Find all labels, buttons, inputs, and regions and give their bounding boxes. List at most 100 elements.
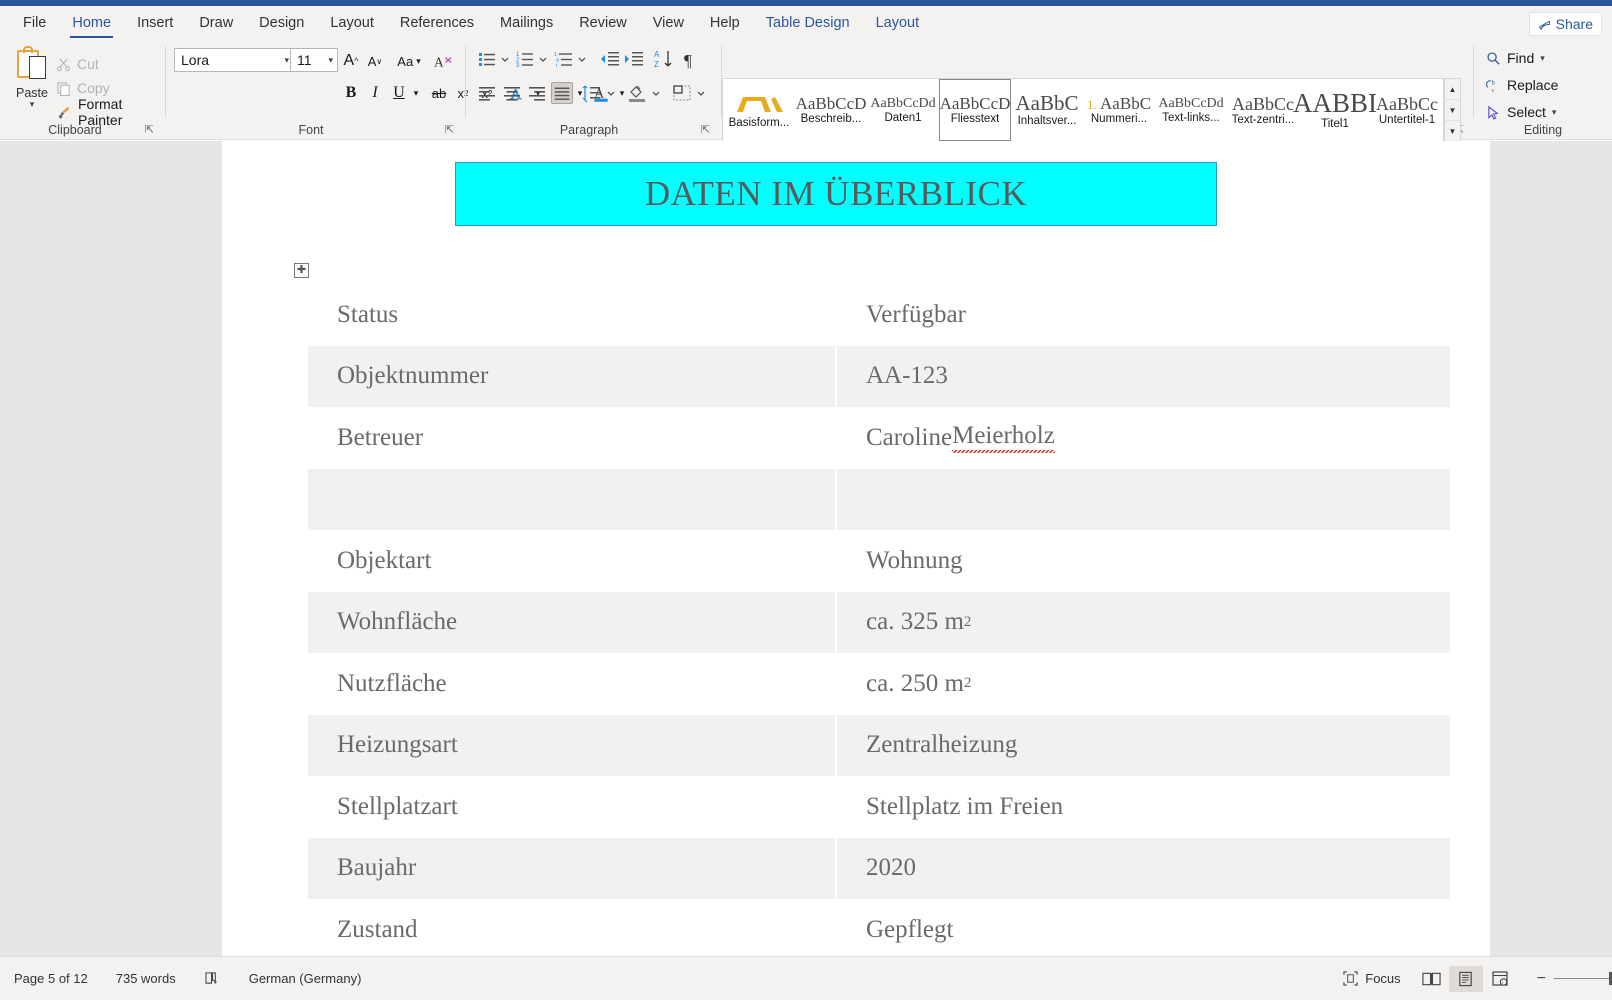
tab-view[interactable]: View: [640, 6, 697, 40]
tab-help[interactable]: Help: [697, 6, 753, 40]
table-cell-key[interactable]: Heizungsart: [308, 714, 835, 776]
numbering-dropdown-icon[interactable]: [536, 48, 550, 70]
decrease-indent-button[interactable]: [599, 48, 621, 70]
tab-home[interactable]: Home: [59, 6, 124, 40]
style-item-daten1[interactable]: AaBbCcDd Daten1: [867, 79, 939, 141]
cut-button[interactable]: Cut: [56, 53, 99, 75]
underline-button[interactable]: U: [388, 80, 410, 106]
font-name-combobox[interactable]: Lora ▾: [174, 48, 294, 72]
focus-mode-button[interactable]: Focus: [1329, 971, 1414, 986]
change-case-button[interactable]: Aa ▾: [392, 48, 426, 74]
table-cell-key[interactable]: Stellplatzart: [308, 776, 835, 838]
clear-formatting-button[interactable]: A: [430, 48, 456, 74]
proofing-status[interactable]: [190, 971, 235, 986]
table-row[interactable]: [308, 468, 1450, 530]
bullets-button[interactable]: [476, 48, 498, 70]
shrink-font-button[interactable]: A ∨: [364, 48, 386, 74]
style-item-nummerierung[interactable]: 1. AaBbC Nummeri...: [1083, 79, 1155, 141]
increase-indent-button[interactable]: [623, 48, 645, 70]
tab-design[interactable]: Design: [246, 6, 317, 40]
multilevel-dropdown-icon[interactable]: [575, 48, 589, 70]
styles-gallery-scrollbar[interactable]: ▲ ▼ ▼: [1444, 78, 1461, 142]
align-center-button[interactable]: [501, 82, 523, 104]
share-button[interactable]: Share: [1528, 12, 1602, 36]
select-button[interactable]: Select ▾: [1486, 100, 1556, 124]
zoom-slider[interactable]: −: [1529, 970, 1612, 988]
justify-button[interactable]: [551, 82, 573, 104]
read-mode-button[interactable]: [1415, 966, 1449, 992]
italic-button[interactable]: I: [364, 80, 386, 106]
clipboard-dialog-launcher[interactable]: ⇱: [145, 123, 154, 136]
align-right-button[interactable]: [526, 82, 548, 104]
grow-font-button[interactable]: A ^: [340, 48, 362, 74]
tab-layout[interactable]: Layout: [317, 6, 387, 40]
style-item-inhaltsverzeichnis[interactable]: AaBbC Inhaltsver...: [1011, 79, 1083, 141]
multilevel-list-button[interactable]: 1ai: [553, 48, 575, 70]
document-canvas[interactable]: DATEN IM ÜBERBLICK ✚ Status Verfügbar Ob…: [0, 141, 1612, 956]
style-item-text-links[interactable]: AaBbCcDd Text-links...: [1155, 79, 1227, 141]
table-cell-value[interactable]: 2020: [837, 837, 1450, 899]
page-indicator[interactable]: Page 5 of 12: [0, 971, 102, 986]
table-cell-value[interactable]: [837, 468, 1450, 530]
style-item-beschreibung[interactable]: AaBbCcD Beschreib...: [795, 79, 867, 141]
shading-dropdown-icon[interactable]: [649, 82, 663, 104]
zoom-track[interactable]: [1554, 978, 1612, 979]
table-row[interactable]: Nutzfläche ca. 250 m2: [308, 653, 1450, 715]
format-painter-button[interactable]: Format Painter: [56, 96, 166, 128]
underline-dropdown-icon[interactable]: ▾: [408, 80, 424, 106]
style-item-fliesstext[interactable]: AaBbCcD Fliesstext: [939, 79, 1011, 141]
select-dropdown-icon[interactable]: ▾: [1552, 107, 1557, 118]
sort-button[interactable]: AZ: [653, 48, 675, 70]
table-cell-key[interactable]: Objektnummer: [308, 345, 835, 407]
tab-table-design[interactable]: Table Design: [753, 6, 863, 40]
tab-file[interactable]: File: [10, 6, 59, 40]
table-row[interactable]: Zustand Gepflegt: [308, 899, 1450, 956]
styles-scroll-up-icon[interactable]: ▲: [1445, 79, 1460, 100]
table-cell-key[interactable]: Zustand: [308, 899, 835, 956]
find-dropdown-icon[interactable]: ▾: [1540, 53, 1545, 64]
numbering-button[interactable]: 123: [514, 48, 536, 70]
table-cell-key[interactable]: Nutzfläche: [308, 653, 835, 715]
document-heading-banner[interactable]: DATEN IM ÜBERBLICK: [455, 162, 1217, 226]
line-spacing-dropdown-icon[interactable]: [604, 82, 618, 104]
style-item-text-zentriert[interactable]: AaBbCc Text-zentri...: [1227, 79, 1299, 141]
web-layout-button[interactable]: i: [1483, 966, 1517, 992]
table-cell-value[interactable]: ca. 325 m2: [837, 591, 1450, 653]
table-cell-key[interactable]: Objektart: [308, 530, 835, 592]
tab-references[interactable]: References: [387, 6, 487, 40]
table-cell-value[interactable]: ca. 250 m2: [837, 653, 1450, 715]
print-layout-button[interactable]: [1448, 965, 1483, 992]
table-cell-key[interactable]: [308, 468, 835, 530]
table-cell-value[interactable]: Wohnung: [837, 530, 1450, 592]
shading-button[interactable]: [626, 82, 648, 104]
styles-scroll-down-icon[interactable]: ▼: [1445, 100, 1460, 121]
table-cell-value[interactable]: Gepflegt: [837, 899, 1450, 956]
table-row[interactable]: Betreuer Caroline Meierholz: [308, 407, 1450, 469]
table-row[interactable]: Status Verfügbar: [308, 284, 1450, 346]
zoom-out-button[interactable]: −: [1529, 970, 1554, 988]
table-cell-value[interactable]: AA-123: [837, 345, 1450, 407]
tab-review[interactable]: Review: [566, 6, 640, 40]
tab-draw[interactable]: Draw: [186, 6, 246, 40]
table-row[interactable]: Heizungsart Zentralheizung: [308, 714, 1450, 776]
font-size-combobox[interactable]: 11 ▾: [290, 48, 338, 72]
borders-button[interactable]: [671, 82, 693, 104]
bullets-dropdown-icon[interactable]: [498, 48, 512, 70]
style-item-titel1[interactable]: AABBI Titel1: [1293, 79, 1377, 141]
data-table[interactable]: Status Verfügbar Objektnummer AA-123 Bet…: [308, 284, 1450, 956]
table-cell-key[interactable]: Betreuer: [308, 407, 835, 469]
show-formatting-marks-button[interactable]: ¶: [680, 48, 702, 70]
style-item-basisformat[interactable]: Basisform...: [723, 79, 795, 141]
styles-gallery[interactable]: Basisform... AaBbCcD Beschreib... AaBbCc…: [722, 78, 1444, 142]
table-cell-value[interactable]: Stellplatz im Freien: [837, 776, 1450, 838]
borders-dropdown-icon[interactable]: [694, 82, 708, 104]
word-count[interactable]: 735 words: [102, 971, 190, 986]
font-dialog-launcher[interactable]: ⇱: [445, 123, 454, 136]
table-cell-key[interactable]: Baujahr: [308, 837, 835, 899]
table-row[interactable]: Stellplatzart Stellplatz im Freien: [308, 776, 1450, 838]
table-row[interactable]: Wohnfläche ca. 325 m2: [308, 591, 1450, 653]
table-cell-key[interactable]: Wohnfläche: [308, 591, 835, 653]
table-cell-value[interactable]: Zentralheizung: [837, 714, 1450, 776]
tab-insert[interactable]: Insert: [124, 6, 186, 40]
find-button[interactable]: Find ▾: [1486, 46, 1545, 70]
